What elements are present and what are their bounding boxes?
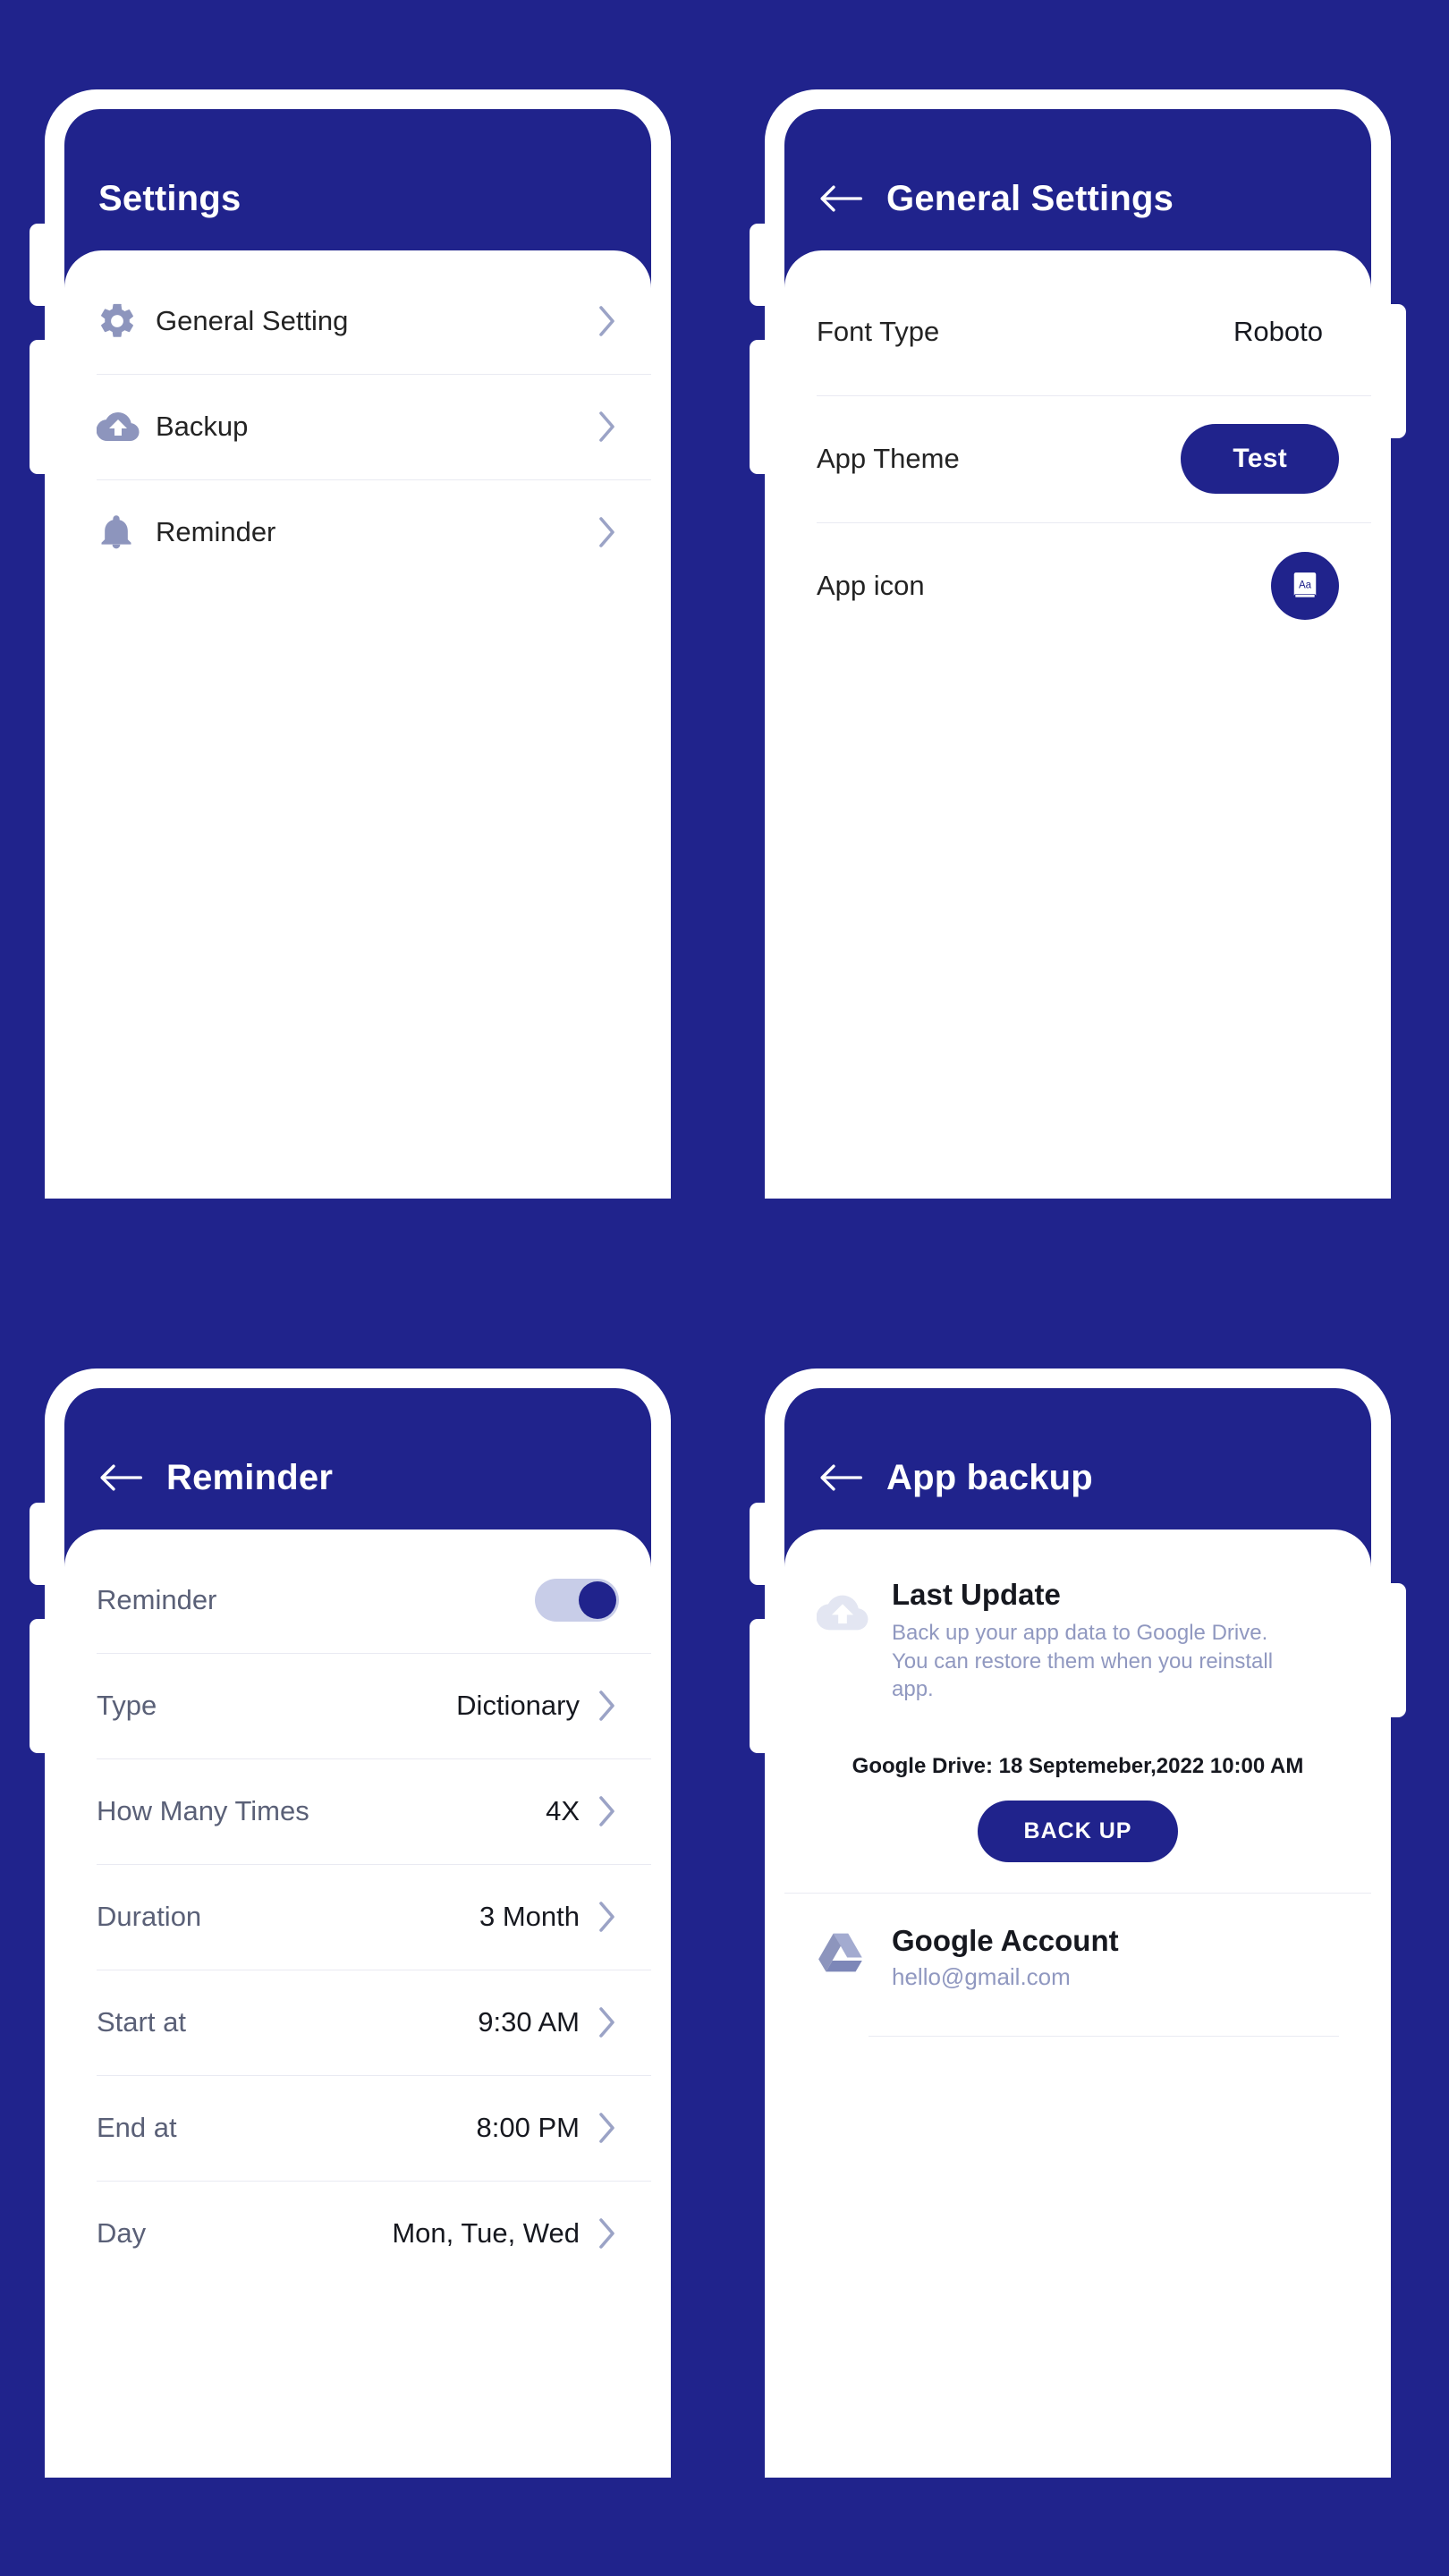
app-theme-test-button[interactable]: Test	[1181, 424, 1339, 494]
chevron-right-icon	[596, 2217, 619, 2250]
setting-value: Mon, Tue, Wed	[392, 2217, 580, 2249]
phone-mockup-settings: Settings General Setting Backup Reminder	[30, 89, 671, 1199]
phone-screen: General Settings Font Type Roboto App Th…	[784, 109, 1371, 1199]
setting-value: 3 Month	[479, 1901, 580, 1932]
setting-label: How Many Times	[97, 1795, 309, 1826]
setting-value: 4X	[546, 1795, 580, 1826]
cloud-upload-icon	[97, 405, 156, 448]
google-account-block[interactable]: Google Account hello@gmail.com	[784, 1894, 1371, 2016]
reminder-row-enable[interactable]: Reminder	[64, 1547, 651, 1653]
content-sheet: Last Update Back up your app data to Goo…	[784, 1530, 1371, 2478]
arrow-left-icon[interactable]	[98, 1460, 143, 1496]
content-sheet: Reminder Type Dictionary How Many Times …	[64, 1530, 651, 2478]
setting-value: 8:00 PM	[476, 2112, 580, 2143]
setting-label: End at	[97, 2112, 177, 2143]
google-account-body: Google Account hello@gmail.com	[892, 1924, 1119, 1991]
dictionary-book-icon[interactable]: Aa	[1271, 552, 1339, 620]
mockup-canvas: Settings General Setting Backup Reminder…	[0, 0, 1449, 2576]
last-update-block: Last Update Back up your app data to Goo…	[784, 1547, 1371, 1731]
chevron-right-icon	[596, 411, 619, 443]
chevron-right-icon	[596, 1901, 619, 1933]
chevron-right-icon	[596, 1690, 619, 1722]
last-update-title: Last Update	[892, 1578, 1061, 1611]
last-backup-timestamp: Google Drive: 18 Septemeber,2022 10:00 A…	[852, 1754, 1304, 1779]
setting-label: Duration	[97, 1901, 202, 1932]
last-update-description: Back up your app data to Google Drive. Y…	[892, 1621, 1274, 1702]
content-sheet: General Setting Backup Reminder	[64, 250, 651, 1199]
account-divider	[869, 2036, 1339, 2038]
back-up-button[interactable]: BACK UP	[977, 1801, 1179, 1863]
setting-value: 9:30 AM	[478, 2006, 580, 2038]
list-item-label: General Setting	[156, 305, 349, 336]
setting-row-font-type[interactable]: Font Type Roboto	[784, 268, 1371, 395]
bell-icon	[97, 513, 156, 552]
setting-value: Roboto	[1233, 316, 1323, 347]
setting-value: Dictionary	[456, 1690, 580, 1721]
page-title: Settings	[98, 178, 242, 218]
arrow-left-icon[interactable]	[818, 181, 863, 216]
last-update-body: Last Update Back up your app data to Goo…	[892, 1578, 1339, 1704]
reminder-row-type[interactable]: Type Dictionary	[64, 1653, 651, 1758]
setting-label: App Theme	[817, 443, 960, 474]
google-account-title: Google Account	[892, 1924, 1119, 1958]
setting-row-app-theme[interactable]: App Theme Test	[784, 395, 1371, 522]
list-item-label: Reminder	[156, 516, 276, 547]
phone-screen: Reminder Reminder Type Dictionary How Ma…	[64, 1388, 651, 2478]
arrow-left-icon[interactable]	[818, 1460, 863, 1496]
phone-screen: App backup Last Update Back up your app …	[784, 1388, 1371, 2478]
list-item-backup[interactable]: Backup	[64, 374, 651, 479]
reminder-row-duration[interactable]: Duration 3 Month	[64, 1864, 651, 1970]
setting-label: Font Type	[817, 316, 940, 347]
reminder-row-how-many-times[interactable]: How Many Times 4X	[64, 1758, 651, 1864]
page-title: Reminder	[166, 1457, 334, 1497]
setting-row-app-icon[interactable]: App icon Aa	[784, 522, 1371, 649]
page-title: App backup	[886, 1457, 1093, 1497]
phone-mockup-app-backup: App backup Last Update Back up your app …	[750, 1368, 1406, 2478]
reminder-row-start-at[interactable]: Start at 9:30 AM	[64, 1970, 651, 2075]
chevron-right-icon	[596, 305, 619, 337]
svg-text:Aa: Aa	[1299, 580, 1312, 590]
setting-label: Type	[97, 1690, 157, 1721]
cloud-upload-icon	[816, 1578, 872, 1704]
setting-label: App icon	[817, 570, 925, 601]
phone-mockup-general-settings: General Settings Font Type Roboto App Th…	[750, 89, 1406, 1199]
chevron-right-icon	[596, 1795, 619, 1827]
reminder-row-end-at[interactable]: End at 8:00 PM	[64, 2075, 651, 2181]
page-title: General Settings	[886, 178, 1174, 218]
setting-label: Day	[97, 2217, 147, 2249]
content-sheet: Font Type Roboto App Theme Test App icon	[784, 250, 1371, 1199]
reminder-toggle[interactable]	[535, 1579, 619, 1622]
setting-label: Reminder	[97, 1584, 217, 1615]
phone-screen: Settings General Setting Backup Reminder	[64, 109, 651, 1199]
list-item-general-setting[interactable]: General Setting	[64, 268, 651, 374]
chevron-right-icon	[596, 516, 619, 548]
gear-icon	[97, 301, 156, 342]
setting-label: Start at	[97, 2006, 186, 2038]
toggle-knob	[579, 1581, 616, 1619]
list-item-reminder[interactable]: Reminder	[64, 479, 651, 585]
chevron-right-icon	[596, 2112, 619, 2144]
google-account-email: hello@gmail.com	[892, 1963, 1071, 1991]
phone-mockup-reminder: Reminder Reminder Type Dictionary How Ma…	[30, 1368, 671, 2478]
reminder-row-day[interactable]: Day Mon, Tue, Wed	[64, 2181, 651, 2286]
google-drive-icon	[817, 1924, 872, 1991]
list-item-label: Backup	[156, 411, 249, 442]
chevron-right-icon	[596, 2006, 619, 2038]
backup-button-wrap: BACK UP	[784, 1779, 1371, 1893]
